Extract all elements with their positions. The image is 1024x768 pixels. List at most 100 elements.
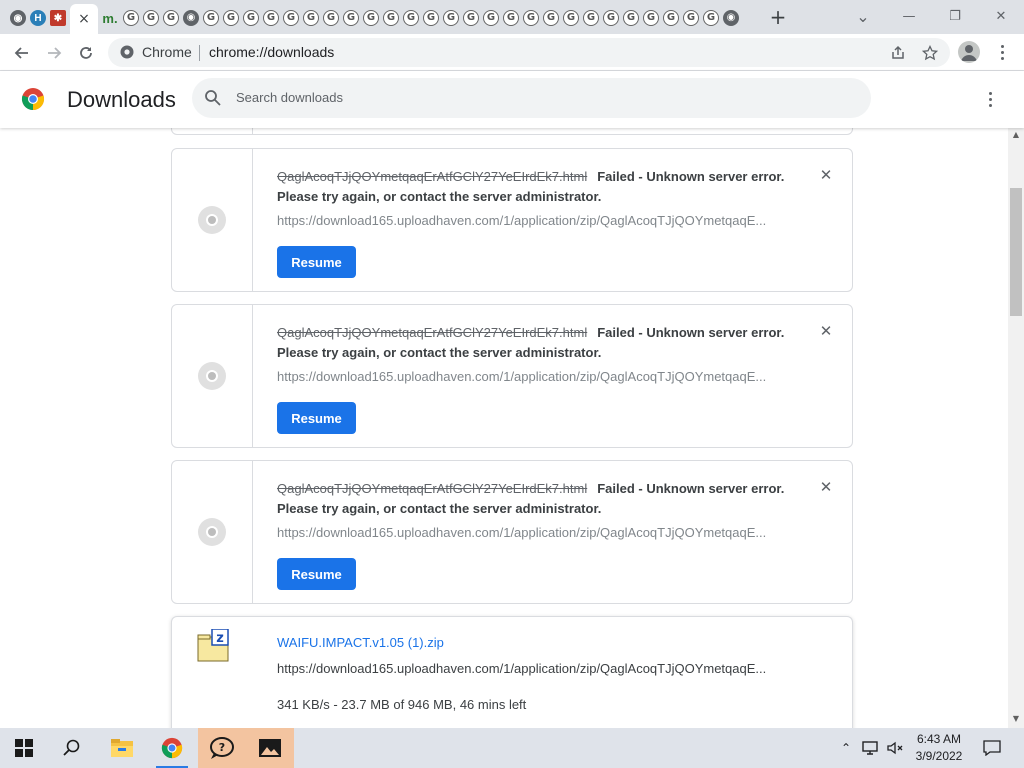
tab-google[interactable]: G xyxy=(461,8,481,28)
file-name[interactable]: QaglAcoqTJjQOYmetqaqErAtfGClY27YeEIrdEk7… xyxy=(277,169,587,184)
card-icon-column xyxy=(172,149,253,291)
tab-google[interactable]: G xyxy=(541,8,561,28)
new-tab-button[interactable]: + xyxy=(768,6,788,28)
tab-google[interactable]: G xyxy=(201,8,221,28)
tab-google[interactable]: ◉ xyxy=(721,8,741,28)
tab-google[interactable]: G xyxy=(341,8,361,28)
tab-google[interactable]: ◉ xyxy=(181,8,201,28)
taskbar-clock[interactable]: 6:43 AM 3/9/2022 xyxy=(904,731,974,765)
scroll-down-arrow-icon[interactable]: ▼ xyxy=(1008,712,1024,726)
notification-icon[interactable] xyxy=(980,728,1004,768)
tab-google[interactable]: G xyxy=(701,8,721,28)
download-url[interactable]: https://download165.uploadhaven.com/1/ap… xyxy=(277,369,777,384)
reload-button[interactable] xyxy=(73,40,99,66)
tab-h[interactable]: H xyxy=(28,8,48,28)
forward-button[interactable] xyxy=(41,40,67,66)
file-name[interactable]: QaglAcoqTJjQOYmetqaqErAtfGClY27YeEIrdEk7… xyxy=(277,481,587,496)
download-card-failed: QaglAcoqTJjQOYmetqaqErAtfGClY27YeEIrdEk7… xyxy=(171,460,853,604)
tab-google[interactable]: G xyxy=(261,8,281,28)
tab-close-icon[interactable]: × xyxy=(78,11,90,27)
tab-google[interactable]: G xyxy=(161,8,181,28)
chrome-taskbar-button[interactable] xyxy=(148,728,196,768)
tab-google[interactable]: G xyxy=(641,8,661,28)
feedback-hub-button[interactable]: ? xyxy=(198,728,246,768)
tab-red[interactable]: ✱ xyxy=(48,8,68,28)
downloads-list: QaglAcoqTJjQOYmetqaqErAtfGClY27YeEIrdEk7… xyxy=(0,128,1008,728)
resume-button[interactable]: Resume xyxy=(277,402,356,434)
tab-google[interactable]: G xyxy=(481,8,501,28)
resume-button[interactable]: Resume xyxy=(277,246,356,278)
back-button[interactable] xyxy=(9,40,35,66)
download-url[interactable]: https://download165.uploadhaven.com/1/ap… xyxy=(277,661,777,676)
tab-google[interactable]: G xyxy=(581,8,601,28)
download-url[interactable]: https://download165.uploadhaven.com/1/ap… xyxy=(277,213,777,228)
file-status-line: QaglAcoqTJjQOYmetqaqErAtfGClY27YeEIrdEk7… xyxy=(277,479,787,519)
tab-google[interactable]: G xyxy=(661,8,681,28)
downloads-menu-button[interactable] xyxy=(980,89,1000,109)
scroll-up-arrow-icon[interactable]: ▲ xyxy=(1008,128,1024,142)
page-title: Downloads xyxy=(67,87,176,112)
remove-download-icon[interactable]: ✕ xyxy=(818,479,834,495)
profile-avatar[interactable] xyxy=(958,41,980,63)
tab-google[interactable]: G xyxy=(561,8,581,28)
tab-google[interactable]: G xyxy=(321,8,341,28)
tab-google[interactable]: G xyxy=(601,8,621,28)
m-site-icon: m. xyxy=(102,10,118,26)
tab-downloads-active[interactable]: × xyxy=(70,4,98,34)
minimize-button[interactable]: — xyxy=(894,6,924,28)
card-icon-column: z xyxy=(172,617,253,728)
show-hidden-icons-icon[interactable]: ⌃ xyxy=(836,728,856,768)
tab-google[interactable]: G xyxy=(621,8,641,28)
site-chip[interactable]: Chrome xyxy=(120,44,192,60)
back-arrow-icon xyxy=(14,47,28,59)
url-text[interactable]: chrome://downloads xyxy=(209,44,334,60)
tab-google[interactable]: G xyxy=(521,8,541,28)
tab-google[interactable]: G xyxy=(381,8,401,28)
tab-m[interactable]: m. xyxy=(100,8,120,28)
restore-button[interactable]: ❐ xyxy=(940,6,970,28)
volume-muted-icon[interactable] xyxy=(884,728,906,768)
file-status-line: QaglAcoqTJjQOYmetqaqErAtfGClY27YeEIrdEk7… xyxy=(277,323,787,363)
card-icon-column xyxy=(172,128,253,134)
tab-google[interactable]: G xyxy=(681,8,701,28)
tab-google[interactable]: G xyxy=(141,8,161,28)
tab-google[interactable]: G xyxy=(421,8,441,28)
failure-detail: Please try again, or contact the server … xyxy=(277,345,602,360)
file-name[interactable]: QaglAcoqTJjQOYmetqaqErAtfGClY27YeEIrdEk7… xyxy=(277,325,587,340)
bookmark-star-icon[interactable] xyxy=(920,43,940,63)
windows-logo-icon xyxy=(15,739,33,757)
failure-status: Failed - Unknown server error. xyxy=(597,169,785,184)
google-g-icon: G xyxy=(583,10,599,26)
file-explorer-button[interactable] xyxy=(98,728,146,768)
tab-google[interactable]: G xyxy=(441,8,461,28)
site-favicon-icon: ✱ xyxy=(50,10,66,26)
start-button[interactable] xyxy=(0,728,48,768)
tab-globe[interactable]: ◉ xyxy=(8,8,28,28)
taskbar-search-button[interactable] xyxy=(48,728,96,768)
browser-menu-button[interactable] xyxy=(992,42,1012,62)
tab-google[interactable]: G xyxy=(221,8,241,28)
search-downloads-input[interactable]: Search downloads xyxy=(192,78,871,118)
tab-search-icon[interactable]: ⌄ xyxy=(848,6,878,28)
tab-google[interactable]: G xyxy=(361,8,381,28)
resume-button[interactable]: Resume xyxy=(277,558,356,590)
share-icon[interactable] xyxy=(888,43,908,63)
close-window-button[interactable]: ✕ xyxy=(986,6,1016,28)
tab-google[interactable]: G xyxy=(121,8,141,28)
page-scrollbar[interactable]: ▲ ▼ xyxy=(1008,128,1024,728)
tab-google[interactable]: G xyxy=(401,8,421,28)
download-progress: 341 KB/s - 23.7 MB of 946 MB, 46 mins le… xyxy=(277,697,527,712)
address-bar[interactable]: Chrome chrome://downloads xyxy=(108,38,950,67)
tab-google[interactable]: G xyxy=(501,8,521,28)
download-url[interactable]: https://download165.uploadhaven.com/1/ap… xyxy=(277,525,777,540)
photos-app-button[interactable] xyxy=(246,728,294,768)
scrollbar-thumb[interactable] xyxy=(1010,188,1022,316)
tab-google[interactable]: G xyxy=(241,8,261,28)
remove-download-icon[interactable]: ✕ xyxy=(818,167,834,183)
network-icon[interactable] xyxy=(860,728,882,768)
file-name-link[interactable]: WAIFU.IMPACT.v1.05 (1).zip xyxy=(277,635,444,650)
download-card-partial xyxy=(171,128,853,135)
tab-google[interactable]: G xyxy=(281,8,301,28)
tab-google[interactable]: G xyxy=(301,8,321,28)
remove-download-icon[interactable]: ✕ xyxy=(818,323,834,339)
